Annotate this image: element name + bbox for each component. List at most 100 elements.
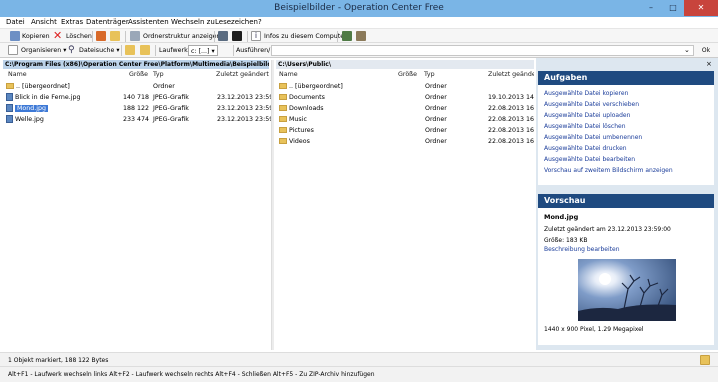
preview-filename: Mond.jpg	[544, 213, 579, 221]
tasks-header: Aufgaben	[538, 71, 714, 85]
jpg-file-icon	[6, 115, 13, 123]
preview-header: Vorschau	[538, 194, 714, 208]
left-row-parent[interactable]: .. [übergeordnet] Ordner	[6, 82, 268, 92]
file-size: 233 474	[123, 116, 150, 123]
menu-help[interactable]: ?	[258, 18, 262, 26]
copy-button[interactable]: Kopieren	[22, 31, 50, 42]
preview-modified: Zuletzt geändert am 23.12.2013 23:59:00	[544, 226, 671, 233]
folder-icon[interactable]	[110, 31, 120, 41]
right-row-folder[interactable]: Downloads Ordner 22.08.2013 16:36	[279, 104, 534, 114]
task-upload-link[interactable]: Ausgewählte Datei uploaden	[544, 112, 630, 119]
file-modified: 22.08.2013 16:36	[488, 105, 534, 112]
left-col-name[interactable]: Name	[8, 70, 27, 80]
up-folder-icon[interactable]	[140, 45, 150, 55]
task-move-link[interactable]: Ausgewählte Datei verschieben	[544, 101, 639, 108]
terminal-icon[interactable]	[232, 31, 242, 41]
file-type: Ordner	[425, 116, 447, 123]
close-icon[interactable]: ×	[706, 60, 712, 68]
window-title: Beispielbilder - Operation Center Free	[274, 3, 444, 13]
right-row-parent[interactable]: .. [übergeordnet] Ordner	[279, 82, 534, 92]
minimize-button[interactable]: –	[640, 0, 662, 16]
menu-ansicht[interactable]: Ansicht	[31, 18, 57, 26]
task-copy-link[interactable]: Ausgewählte Datei kopieren	[544, 90, 628, 97]
file-search-button[interactable]: Dateisuche ▾	[79, 45, 120, 56]
folder-icon	[279, 138, 287, 144]
folder-structure-button[interactable]: Ordnerstruktur anzeigen	[143, 31, 221, 42]
left-row-file[interactable]: Welle.jpg 233 474 JPEG-Grafik 23.12.2013…	[6, 115, 273, 125]
task-second-screen-link[interactable]: Vorschau auf zweitem Bildschirm anzeigen	[544, 167, 673, 174]
organize-button[interactable]: Organisieren ▾	[21, 45, 66, 56]
preview-image	[578, 259, 676, 321]
task-delete-link[interactable]: Ausgewählte Datei löschen	[544, 123, 626, 130]
file-type: Ordner	[153, 83, 175, 90]
menu-datentraeger[interactable]: Datenträger	[86, 18, 129, 26]
menu-wechseln-zu[interactable]: Wechseln zu	[171, 18, 215, 26]
search-icon: ⚲	[68, 45, 75, 55]
delete-button[interactable]: Löschen	[66, 31, 92, 42]
left-col-type[interactable]: Typ	[153, 70, 164, 80]
right-path-bar: C:\Users\Public\	[276, 60, 534, 69]
file-type: JPEG-Grafik	[153, 94, 189, 101]
device-icon[interactable]	[218, 31, 228, 41]
note-icon[interactable]	[700, 355, 710, 365]
file-name: Videos	[289, 138, 310, 145]
file-name: Music	[289, 116, 307, 123]
computer-info-button[interactable]: Infos zu diesem Computer	[264, 31, 347, 42]
right-col-name[interactable]: Name	[279, 70, 298, 80]
run-input[interactable]	[271, 45, 694, 56]
document-icon	[8, 45, 18, 55]
folder-up-icon	[279, 83, 287, 89]
drive-select[interactable]: c: [...] ▾	[188, 45, 218, 56]
drive-label: Laufwerk:	[159, 47, 190, 54]
file-name: Documents	[289, 94, 325, 101]
task-print-link[interactable]: Ausgewählte Datei drucken	[544, 145, 627, 152]
back-folder-icon[interactable]	[125, 45, 135, 55]
status-selection: 1 Objekt markiert, 188 122 Bytes	[8, 357, 109, 364]
right-col-size[interactable]: Größe	[398, 70, 417, 80]
gallery-icon[interactable]	[356, 31, 366, 41]
left-row-file-selected[interactable]: Mond.jpg 188 122 JPEG-Grafik 23.12.2013 …	[6, 104, 273, 114]
right-row-folder[interactable]: Documents Ordner 19.10.2013 14:53	[279, 93, 534, 103]
left-col-size[interactable]: Größe	[129, 70, 148, 80]
file-name: Downloads	[289, 105, 324, 112]
toolbar-main: Kopieren ✕ Löschen Ordnerstruktur anzeig…	[0, 29, 718, 43]
file-modified: 19.10.2013 14:53	[488, 94, 534, 101]
menu-lesezeichen[interactable]: Lesezeichen	[215, 18, 258, 26]
tree-icon	[130, 31, 140, 41]
file-modified: 23.12.2013 23:59	[217, 105, 274, 112]
edit-description-link[interactable]: Beschreibung bearbeiten	[544, 246, 620, 253]
menu-assistenten[interactable]: Assistenten	[128, 18, 169, 26]
tools-icon[interactable]	[96, 31, 106, 41]
right-col-modified[interactable]: Zuletzt geänder	[488, 70, 534, 80]
folder-icon	[279, 116, 287, 122]
left-col-modified[interactable]: Zuletzt geändert	[216, 70, 269, 80]
image-icon[interactable]	[342, 31, 352, 41]
left-row-file[interactable]: Blick in die Ferne.jpg 140 718 JPEG-Graf…	[6, 93, 273, 103]
task-rename-link[interactable]: Ausgewählte Datei umbenennen	[544, 134, 642, 141]
right-row-folder[interactable]: Videos Ordner 22.08.2013 16:36	[279, 137, 534, 147]
pane-splitter[interactable]	[271, 60, 274, 350]
menu-extras[interactable]: Extras	[61, 18, 83, 26]
file-modified: 23.12.2013 23:59	[217, 94, 274, 101]
right-row-folder[interactable]: Music Ordner 22.08.2013 16:36	[279, 115, 534, 125]
maximize-button[interactable]: □	[662, 0, 684, 16]
dropdown-chevron-icon[interactable]: ⌄	[684, 45, 690, 56]
folder-icon	[279, 127, 287, 133]
ok-button[interactable]: Ok	[698, 45, 714, 56]
file-name: Mond.jpg	[15, 105, 49, 112]
folder-up-icon	[6, 83, 14, 89]
left-path-bar: C:\Program Files (x86)\Operation Center …	[3, 60, 269, 69]
right-row-folder[interactable]: Pictures Ordner 22.08.2013 16:36	[279, 126, 534, 136]
preview-size: Größe: 183 KB	[544, 237, 588, 244]
status-bar: 1 Objekt markiert, 188 122 Bytes	[0, 352, 718, 366]
copy-icon	[10, 31, 20, 41]
menu-datei[interactable]: Datei	[6, 18, 25, 26]
file-type: Ordner	[425, 127, 447, 134]
file-type: Ordner	[425, 83, 447, 90]
delete-icon: ✕	[53, 29, 63, 42]
close-button[interactable]: ✕	[684, 0, 718, 16]
shortcut-bar: Alt+F1 - Laufwerk wechseln links Alt+F2 …	[0, 366, 718, 382]
file-modified: 22.08.2013 16:36	[488, 116, 534, 123]
right-col-type[interactable]: Typ	[424, 70, 435, 80]
task-edit-link[interactable]: Ausgewählte Datei bearbeiten	[544, 156, 635, 163]
